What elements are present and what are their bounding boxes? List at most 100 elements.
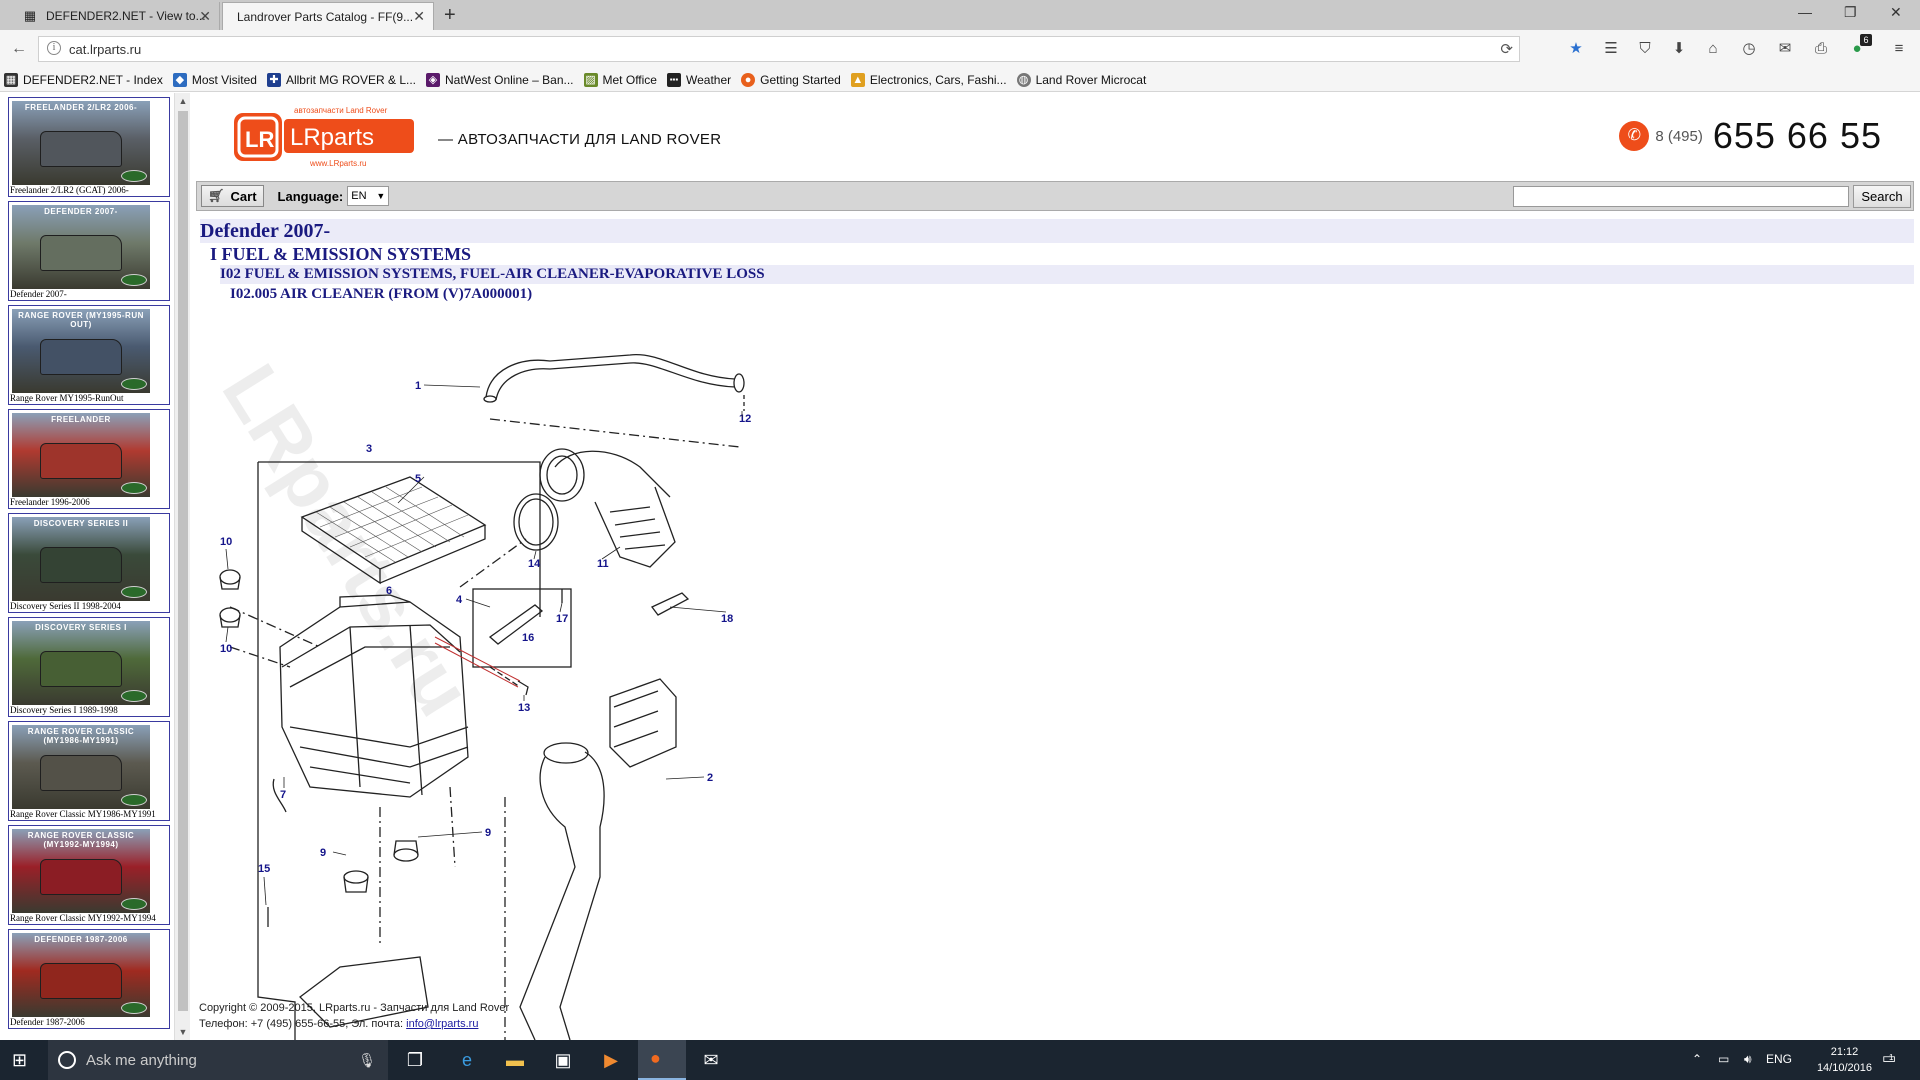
maximize-icon[interactable]: ❐ bbox=[1844, 4, 1857, 21]
breadcrumb-subgroup[interactable]: I02 FUEL & EMISSION SYSTEMS, FUEL-AIR CL… bbox=[220, 265, 1914, 284]
email-link[interactable]: info@lrparts.ru bbox=[406, 1018, 478, 1030]
task-view-icon[interactable]: ❐ bbox=[402, 1048, 428, 1072]
callout-14[interactable]: 14 bbox=[528, 558, 541, 570]
network-icon[interactable]: ▭ bbox=[1718, 1052, 1729, 1066]
vehicle-shape bbox=[40, 859, 122, 895]
model-thumbnail[interactable]: DEFENDER 2007- Defender 2007- bbox=[8, 201, 170, 301]
home-icon[interactable]: ⌂ bbox=[1702, 38, 1724, 60]
tray-chevron-icon[interactable]: ⌃ bbox=[1692, 1052, 1702, 1066]
print-icon[interactable]: ⎙ bbox=[1810, 38, 1832, 60]
bookmark-most-visited[interactable]: ◆ Most Visited bbox=[172, 72, 257, 87]
tab-lrparts[interactable]: Landrover Parts Catalog - FF(9... ✕ bbox=[222, 2, 434, 30]
pocket-icon[interactable]: ⛉ bbox=[1634, 38, 1656, 60]
model-thumbnail[interactable]: FREELANDER 2/LR2 2006- Freelander 2/LR2 (… bbox=[8, 97, 170, 197]
callout-6[interactable]: 6 bbox=[386, 585, 392, 597]
model-thumbnail[interactable]: DISCOVERY SERIES I Discovery Series I 198… bbox=[8, 617, 170, 717]
search-input[interactable] bbox=[1513, 186, 1849, 207]
callout-4[interactable]: 4 bbox=[456, 594, 463, 606]
download-icon[interactable]: ⬇ bbox=[1668, 38, 1690, 60]
bookmark-star-icon[interactable]: ★ bbox=[1565, 38, 1587, 60]
scroll-down-icon[interactable]: ▼ bbox=[175, 1024, 191, 1040]
history-icon[interactable]: ◷ bbox=[1738, 38, 1760, 60]
reload-icon[interactable]: ⟳ bbox=[1500, 40, 1513, 58]
page-footer: Copyright © 2009-2015, LRparts.ru - Запч… bbox=[199, 1000, 509, 1032]
callout-10[interactable]: 10 bbox=[220, 536, 232, 548]
menu-icon[interactable]: ≡ bbox=[1888, 38, 1910, 60]
logo-text: LRparts bbox=[290, 124, 375, 151]
extension-icon[interactable]: ● 6 bbox=[1846, 34, 1872, 60]
minimize-icon[interactable]: — bbox=[1798, 4, 1812, 20]
bookmark-microcat[interactable]: ◍ Land Rover Microcat bbox=[1016, 72, 1146, 87]
callout-13[interactable]: 13 bbox=[518, 702, 530, 714]
breadcrumb-group[interactable]: I FUEL & EMISSION SYSTEMS bbox=[210, 244, 471, 265]
file-explorer-icon[interactable]: ▬ bbox=[502, 1048, 528, 1072]
vehicle-shape bbox=[40, 131, 122, 167]
action-center-icon[interactable]: ▭ 1 bbox=[1882, 1049, 1896, 1067]
phone-icon: ✆ bbox=[1619, 121, 1650, 151]
firefox-taskbar-button[interactable]: ● bbox=[638, 1040, 686, 1080]
model-thumbnail[interactable]: DEFENDER 1987-2006 Defender 1987-2006 bbox=[8, 929, 170, 1029]
url-bar[interactable]: i cat.lrparts.ru ⟳ bbox=[38, 36, 1520, 62]
taskbar-clock[interactable]: 21:12 14/10/2016 bbox=[1817, 1044, 1872, 1076]
mail-icon[interactable]: ✉ bbox=[1774, 38, 1796, 60]
sidebar-scrollbar[interactable]: ▲ ▼ bbox=[174, 93, 190, 1040]
model-thumbnail[interactable]: RANGE ROVER CLASSIC (MY1986-MY1991) Range… bbox=[8, 721, 170, 821]
scroll-up-icon[interactable]: ▲ bbox=[175, 93, 191, 109]
callout-10b[interactable]: 10 bbox=[220, 643, 232, 655]
model-thumbnail[interactable]: DISCOVERY SERIES II Discovery Series II 1… bbox=[8, 513, 170, 613]
volume-icon[interactable]: 🔊︎ bbox=[1744, 1052, 1752, 1067]
most-visited-icon: ◆ bbox=[172, 72, 187, 87]
bookmarks-library-icon[interactable]: ☰ bbox=[1600, 38, 1622, 60]
browser-tab-bar: ▦ DEFENDER2.NET - View to... ✕ Landrover… bbox=[0, 0, 1920, 30]
cart-label: Cart bbox=[230, 188, 257, 204]
language-indicator[interactable]: ENG bbox=[1766, 1052, 1792, 1066]
microphone-icon[interactable]: 🎙︎ bbox=[358, 1052, 376, 1069]
new-tab-icon[interactable]: + bbox=[444, 4, 456, 27]
close-window-icon[interactable]: ✕ bbox=[1890, 4, 1902, 21]
callout-15[interactable]: 15 bbox=[258, 863, 270, 875]
tab-defender2[interactable]: ▦ DEFENDER2.NET - View to... ✕ bbox=[14, 2, 220, 30]
cortana-search-box[interactable]: Ask me anything 🎙︎ bbox=[48, 1040, 388, 1080]
callout-7[interactable]: 7 bbox=[280, 789, 286, 801]
model-thumbnail[interactable]: FREELANDER Freelander 1996-2006 bbox=[8, 409, 170, 509]
callout-1[interactable]: 1 bbox=[415, 380, 421, 392]
bookmark-defender2[interactable]: ▦ DEFENDER2.NET - Index bbox=[4, 72, 163, 87]
mail-app-icon[interactable]: ✉ bbox=[698, 1048, 724, 1072]
cart-button[interactable]: 🛒︎ Cart bbox=[201, 185, 264, 207]
model-sidebar: FREELANDER 2/LR2 2006- Freelander 2/LR2 (… bbox=[0, 93, 190, 1040]
callout-17[interactable]: 17 bbox=[556, 613, 568, 625]
model-photo: RANGE ROVER (MY1995-RUN OUT) bbox=[12, 309, 150, 393]
callout-9b[interactable]: 9 bbox=[320, 847, 326, 859]
search-button[interactable]: Search bbox=[1853, 185, 1911, 208]
bookmarks-bar: ▦ DEFENDER2.NET - Index ◆ Most Visited ✚… bbox=[0, 68, 1920, 92]
breadcrumb-model[interactable]: Defender 2007- bbox=[200, 219, 1914, 243]
callout-18[interactable]: 18 bbox=[721, 613, 733, 625]
windows-start-icon[interactable]: ⊞ bbox=[12, 1050, 27, 1071]
back-icon[interactable]: ← bbox=[8, 38, 30, 60]
vehicle-shape bbox=[40, 755, 122, 791]
store-icon[interactable]: ▣ bbox=[550, 1048, 576, 1072]
callout-3[interactable]: 3 bbox=[366, 443, 372, 455]
bookmark-met-office[interactable]: ▨ Met Office bbox=[583, 72, 657, 87]
site-info-icon[interactable]: i bbox=[47, 41, 61, 55]
bookmark-allbrit[interactable]: ✚ Allbrit MG ROVER & L... bbox=[266, 72, 416, 87]
callout-16[interactable]: 16 bbox=[522, 632, 534, 644]
bookmark-weather[interactable]: ▪▪▪ Weather bbox=[666, 72, 731, 87]
callout-12[interactable]: 12 bbox=[739, 413, 751, 425]
callout-9[interactable]: 9 bbox=[485, 827, 491, 839]
model-thumbnail[interactable]: RANGE ROVER (MY1995-RUN OUT) Range Rover … bbox=[8, 305, 170, 405]
bookmark-label: Allbrit MG ROVER & L... bbox=[285, 72, 416, 87]
language-select[interactable]: EN ▼ bbox=[347, 186, 390, 206]
scroll-thumb[interactable] bbox=[178, 111, 188, 1011]
bookmark-label: Most Visited bbox=[191, 72, 257, 87]
edge-icon[interactable]: e bbox=[454, 1048, 480, 1072]
bookmark-getting-started[interactable]: ● Getting Started bbox=[741, 72, 841, 87]
close-tab-icon[interactable]: ✕ bbox=[413, 8, 425, 25]
media-player-icon[interactable]: ▶ bbox=[598, 1048, 624, 1072]
close-tab-icon[interactable]: ✕ bbox=[199, 8, 211, 25]
callout-2[interactable]: 2 bbox=[707, 772, 713, 784]
callout-11[interactable]: 11 bbox=[597, 558, 609, 570]
model-thumbnail[interactable]: RANGE ROVER CLASSIC (MY1992-MY1994) Range… bbox=[8, 825, 170, 925]
bookmark-natwest[interactable]: ◈ NatWest Online – Ban... bbox=[426, 72, 574, 87]
bookmark-ebay[interactable]: ▲ Electronics, Cars, Fashi... bbox=[850, 72, 1007, 87]
